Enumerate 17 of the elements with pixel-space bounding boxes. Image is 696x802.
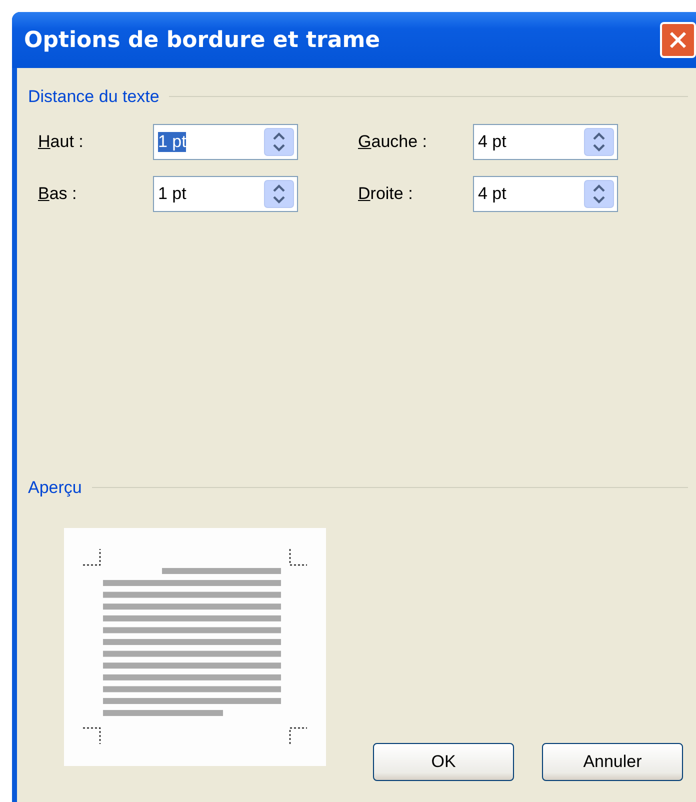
spin-field[interactable]: 4 pt xyxy=(473,176,618,212)
field-value: 1 pt xyxy=(158,132,186,152)
section-title: Distance du texte xyxy=(28,86,160,108)
window-title: Options de bordure et trame xyxy=(24,26,380,54)
field-label: Droite : xyxy=(358,182,414,205)
dialog-button[interactable]: Annuler xyxy=(542,743,683,781)
field-label: Gauche : xyxy=(358,130,428,153)
field-value: 4 pt xyxy=(478,184,506,204)
field-label: Bas : xyxy=(38,182,78,205)
dialog-button[interactable]: OK xyxy=(373,743,514,781)
field-label: Haut : xyxy=(38,130,84,153)
spin-field[interactable]: 1 pt xyxy=(153,176,298,212)
spin-field[interactable]: 4 pt xyxy=(473,124,618,160)
section-title: Aperçu xyxy=(28,476,82,499)
field-value: 1 pt xyxy=(158,184,186,204)
spin-field[interactable]: 1 pt xyxy=(153,124,298,160)
field-value: 4 pt xyxy=(478,132,506,152)
